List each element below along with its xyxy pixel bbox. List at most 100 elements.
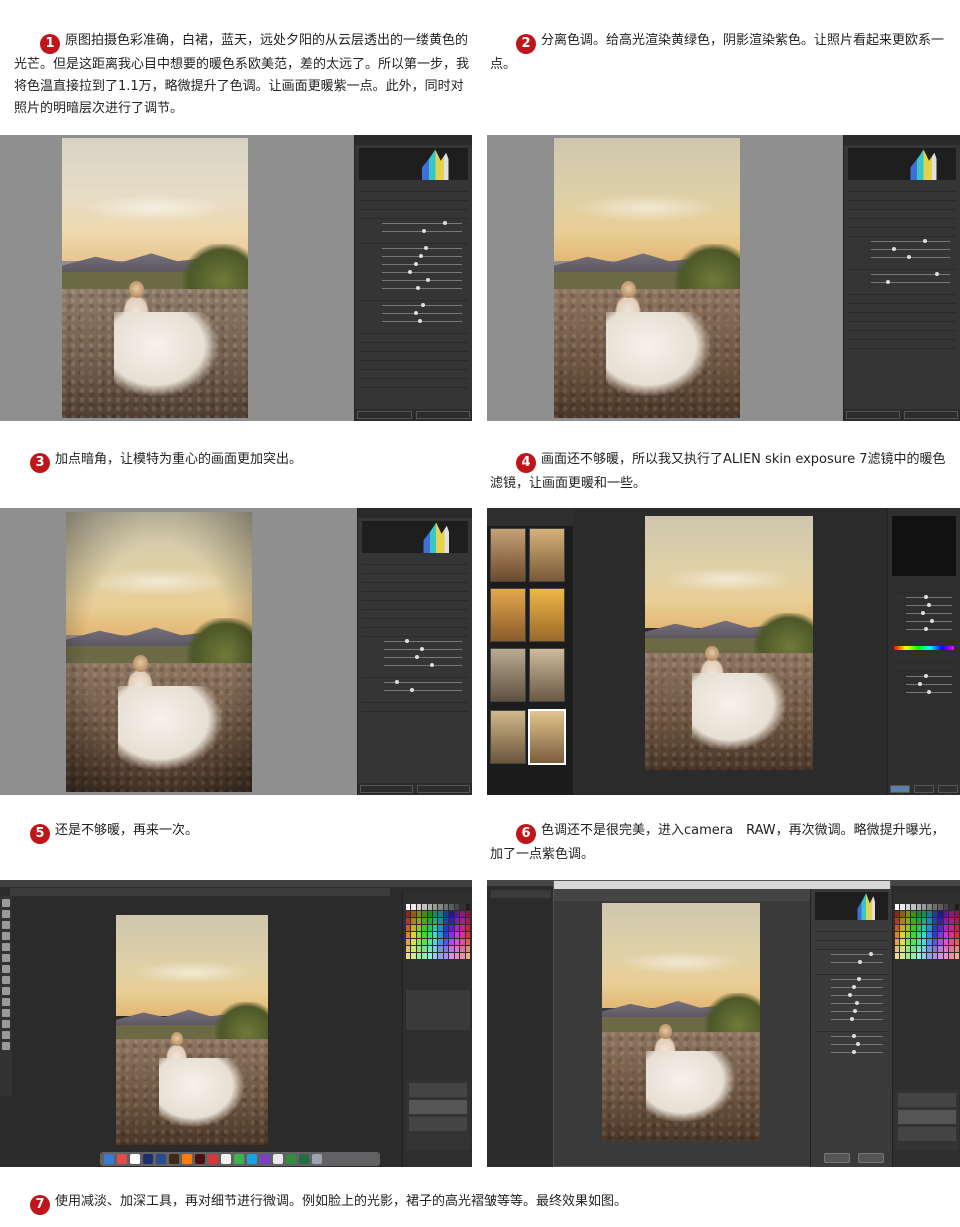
slider[interactable] [894,601,954,609]
tool-icon[interactable] [2,1020,10,1028]
color-swatch[interactable] [895,946,900,952]
exposure-slider[interactable] [817,975,886,983]
tint-slider[interactable] [817,958,886,966]
color-swatch[interactable] [932,953,938,959]
color-swatch[interactable] [895,918,900,924]
swatch-icon[interactable] [895,904,959,959]
color-swatch[interactable] [932,925,938,931]
color-swatch[interactable] [416,904,422,910]
color-swatch[interactable] [954,939,959,945]
color-swatch[interactable] [406,946,411,952]
color-swatch[interactable] [443,932,449,938]
color-swatch[interactable] [943,946,949,952]
clarity-slider[interactable] [817,1032,886,1040]
dock-app-icon[interactable] [182,1154,192,1164]
color-swatch[interactable] [411,925,416,931]
color-swatch[interactable] [895,932,900,938]
color-swatch[interactable] [932,911,938,917]
color-swatch[interactable] [916,946,922,952]
color-swatch[interactable] [916,953,922,959]
layer-row[interactable] [898,1110,956,1124]
color-swatch[interactable] [900,932,905,938]
tool-icon[interactable] [2,1009,10,1017]
color-swatch[interactable] [411,939,416,945]
color-swatch[interactable] [443,904,449,910]
tool-icon[interactable] [2,976,10,984]
tool-icon[interactable] [2,965,10,973]
color-swatch[interactable] [895,939,900,945]
color-swatch[interactable] [916,918,922,924]
color-swatch[interactable] [460,946,465,952]
color-swatch[interactable] [433,925,438,931]
color-swatch[interactable] [427,918,433,924]
tool-icon[interactable] [2,921,10,929]
color-swatch[interactable] [927,946,932,952]
color-swatch[interactable] [438,918,443,924]
color-swatch[interactable] [433,939,438,945]
preset-thumbnail[interactable] [490,710,526,764]
color-swatch[interactable] [927,939,932,945]
tool-icon[interactable] [2,899,10,907]
highlight-saturation-slider[interactable] [850,245,954,253]
color-swatch[interactable] [922,946,927,952]
shadows-slider[interactable] [817,999,886,1007]
color-swatch[interactable] [943,953,949,959]
tool-icon[interactable] [2,932,10,940]
color-swatch[interactable] [949,953,954,959]
color-swatch[interactable] [416,953,422,959]
dock-app-icon[interactable] [117,1154,127,1164]
previous-button[interactable] [357,411,412,419]
color-swatch[interactable] [465,925,470,931]
color-swatch[interactable] [954,953,959,959]
color-swatch[interactable] [416,925,422,931]
color-swatch[interactable] [938,939,943,945]
color-swatch[interactable] [900,904,905,910]
tool-icon[interactable] [2,998,10,1006]
color-swatch[interactable] [449,946,454,952]
color-swatch[interactable] [427,946,433,952]
tool-icon[interactable] [2,943,10,951]
slider[interactable] [361,252,466,260]
color-swatch[interactable] [427,953,433,959]
color-swatch[interactable] [406,932,411,938]
color-swatch[interactable] [922,939,927,945]
color-swatch[interactable] [460,911,465,917]
color-swatch[interactable] [900,939,905,945]
color-swatch[interactable] [900,918,905,924]
color-swatch[interactable] [443,939,449,945]
ok-button[interactable] [858,1153,884,1163]
color-swatch[interactable] [454,918,460,924]
saturation-slider[interactable] [817,1048,886,1056]
tool-icon[interactable] [2,1042,10,1050]
dock-app-icon[interactable] [234,1154,244,1164]
color-swatch[interactable] [905,925,911,931]
color-swatch[interactable] [449,925,454,931]
color-swatch[interactable] [416,939,422,945]
vignette-roundness-slider[interactable] [364,653,466,661]
grain-slider[interactable] [364,678,466,686]
dock-app-icon[interactable] [221,1154,231,1164]
color-swatch[interactable] [460,918,465,924]
color-swatch[interactable] [416,911,422,917]
color-swatch[interactable] [454,953,460,959]
color-swatch[interactable] [438,953,443,959]
dock-app-icon[interactable] [156,1154,166,1164]
tool-icon[interactable] [2,954,10,962]
color-swatch[interactable] [449,904,454,910]
color-swatch[interactable] [422,953,427,959]
highlight-hue-slider[interactable] [850,237,954,245]
color-swatch[interactable] [900,911,905,917]
dock-app-icon[interactable] [208,1154,218,1164]
slider[interactable] [361,284,466,292]
color-swatch[interactable] [943,911,949,917]
color-swatch[interactable] [406,925,411,931]
shadow-saturation-slider[interactable] [850,278,954,286]
color-swatch[interactable] [422,932,427,938]
color-swatch[interactable] [900,925,905,931]
color-swatch[interactable] [954,925,959,931]
color-swatch[interactable] [905,939,911,945]
color-swatch[interactable] [949,925,954,931]
color-swatch[interactable] [449,939,454,945]
color-swatch[interactable] [905,911,911,917]
color-swatch[interactable] [443,925,449,931]
